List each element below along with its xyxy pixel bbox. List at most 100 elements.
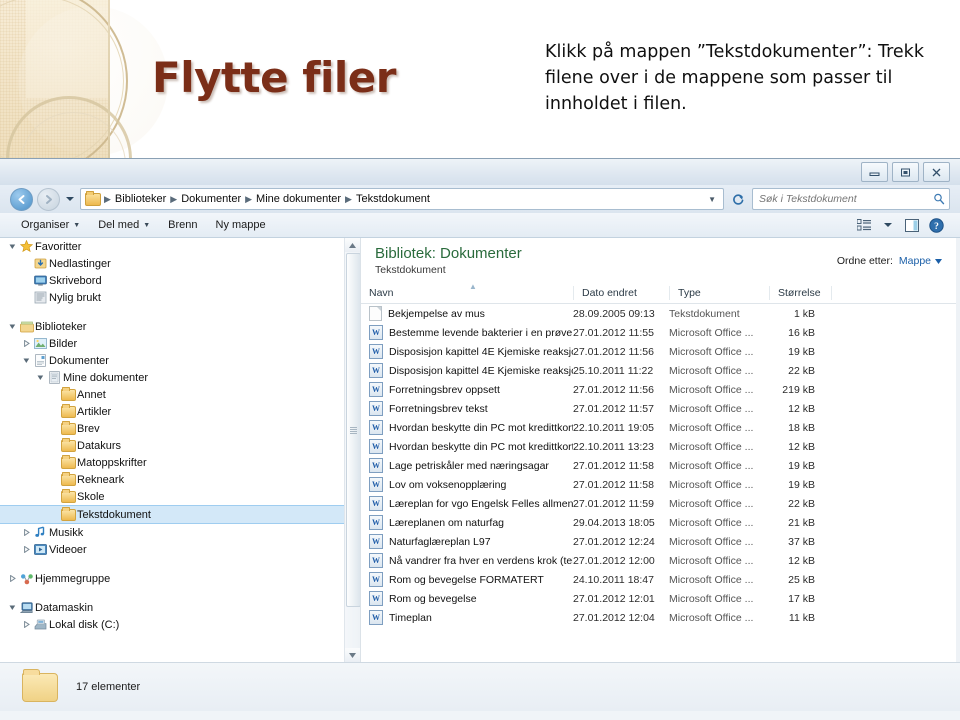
- tree-item-musikk[interactable]: Musikk: [0, 524, 360, 541]
- file-name-cell: W Disposisjon kapittel 4E Kjemiske reaksj…: [361, 344, 573, 360]
- chevron-right-icon[interactable]: [20, 621, 32, 628]
- share-with-button[interactable]: Del med ▼: [89, 217, 159, 233]
- burn-button[interactable]: Brenn: [159, 217, 206, 233]
- chevron-right-icon[interactable]: [6, 575, 18, 582]
- column-header-type[interactable]: Type: [669, 286, 769, 301]
- organise-button[interactable]: Organiser ▼: [12, 217, 89, 233]
- chevron-right-icon[interactable]: [20, 340, 32, 347]
- forward-button[interactable]: [37, 187, 60, 211]
- scroll-up-arrow-icon[interactable]: [345, 238, 360, 252]
- file-row[interactable]: W Hvordan beskytte din PC mot kredittkort…: [361, 418, 960, 437]
- library-title: Bibliotek: Dokumenter: [375, 245, 522, 262]
- file-row[interactable]: W Nå vandrer fra hver en verdens krok (te…: [361, 551, 960, 570]
- file-row[interactable]: Bekjempelse av mus 28.09.2005 09:13 Tekstd…: [361, 304, 960, 323]
- tree-item-brev[interactable]: Brev: [0, 420, 360, 437]
- file-row[interactable]: W Forretningsbrev tekst 27.01.2012 11:57 Mi…: [361, 399, 960, 418]
- file-list-scroll-track[interactable]: [956, 238, 960, 662]
- file-date-cell: 28.09.2005 09:13: [573, 307, 655, 320]
- tree-item-biblioteker[interactable]: Biblioteker: [0, 318, 360, 335]
- tree-item-lokal-disk-c[interactable]: Lokal disk (C:): [0, 616, 360, 633]
- column-header-dato-endret[interactable]: Dato endret: [573, 286, 669, 301]
- file-name-label: Forretningsbrev oppsett: [389, 383, 500, 396]
- tree-item-videoer[interactable]: Videoer: [0, 541, 360, 558]
- tree-item-favoritter[interactable]: Favoritter: [0, 238, 360, 255]
- navigation-scrollbar[interactable]: [344, 238, 360, 662]
- chevron-down-icon[interactable]: [6, 604, 18, 611]
- file-row[interactable]: W Naturfaglæreplan L97 27.01.2012 12:24 Mic…: [361, 532, 960, 551]
- tree-item-skrivebord[interactable]: Skrivebord: [0, 272, 360, 289]
- tree-item-tekstdokument[interactable]: Tekstdokument: [0, 505, 360, 524]
- file-row[interactable]: W Lov om voksenopplæring 27.01.2012 11:58 M…: [361, 475, 960, 494]
- breadcrumb-item-tekstdokument[interactable]: Tekstdokument: [354, 193, 432, 205]
- folder-icon: [85, 190, 101, 206]
- file-row[interactable]: W Timeplan 27.01.2012 12:04 Microsoft Offic…: [361, 608, 960, 627]
- tree-item-datamaskin[interactable]: Datamaskin: [0, 599, 360, 616]
- file-type-cell: Microsoft Office ...: [669, 345, 754, 358]
- back-button[interactable]: [10, 187, 33, 211]
- chevron-right-icon[interactable]: [20, 546, 32, 553]
- close-button[interactable]: [923, 162, 950, 182]
- file-list-pane: Bibliotek: Dokumenter Tekstdokument Ordn…: [361, 238, 960, 662]
- column-header-navn[interactable]: Navn ▲: [361, 282, 573, 300]
- slide-body-text: Klikk på mappen ”Tekstdokumenter”: Trekk…: [545, 42, 924, 114]
- breadcrumb-item-dokumenter[interactable]: Dokumenter: [179, 193, 243, 205]
- tree-item-mine-dokumenter[interactable]: Mine dokumenter: [0, 369, 360, 386]
- scrollbar-grip-icon: [350, 426, 357, 434]
- tree-item-skole[interactable]: Skole: [0, 488, 360, 505]
- tree-item-bilder[interactable]: Bilder: [0, 335, 360, 352]
- tree-item-rekneark[interactable]: Rekneark: [0, 471, 360, 488]
- file-row[interactable]: W Lage petriskåler med næringsagar 27.01.2…: [361, 456, 960, 475]
- search-input[interactable]: [757, 192, 933, 206]
- refresh-button[interactable]: [728, 189, 748, 209]
- homegroup-icon: [18, 573, 35, 585]
- disk-icon: [32, 619, 49, 631]
- tree-item-hjemmegruppe[interactable]: Hjemmegruppe: [0, 570, 360, 587]
- navigation-tree: Favoritter Nedlastinger Skrivebord Nylig br…: [0, 238, 360, 633]
- file-row[interactable]: W Bestemme levende bakterier i en prøve 27…: [361, 323, 960, 342]
- folder-icon: [60, 471, 77, 486]
- address-bar[interactable]: ▶ Biblioteker ▶ Dokumenter ▶ Mine dokume…: [80, 188, 724, 210]
- address-dropdown-chevron-down-icon[interactable]: ▼: [705, 195, 719, 204]
- chevron-down-icon[interactable]: [34, 374, 46, 381]
- change-view-button[interactable]: [852, 216, 876, 234]
- file-name-cell: W Rom og bevegelse: [361, 591, 573, 607]
- column-header-storrelse[interactable]: Størrelse: [769, 286, 831, 301]
- file-row[interactable]: W Forretningsbrev oppsett 27.01.2012 11:56…: [361, 380, 960, 399]
- file-name-label: Hvordan beskytte din PC mot kredittkort.…: [389, 440, 573, 453]
- recent-locations-chevron-down-icon[interactable]: [64, 196, 76, 202]
- scrollbar-thumb[interactable]: [346, 253, 360, 607]
- file-row[interactable]: W Rom og bevegelse FORMATERT 24.10.2011 18…: [361, 570, 960, 589]
- scroll-down-arrow-icon[interactable]: [345, 648, 360, 662]
- file-row[interactable]: W Disposisjon kapittel 4E Kjemiske reaksj…: [361, 361, 960, 380]
- chevron-down-icon[interactable]: [6, 243, 18, 250]
- arrange-by-value[interactable]: Mappe: [899, 255, 942, 267]
- tree-item-datakurs[interactable]: Datakurs: [0, 437, 360, 454]
- file-name-label: Bestemme levende bakterier i en prøve: [389, 326, 573, 339]
- file-row[interactable]: W Disposisjon kapittel 4E Kjemiske reaksj…: [361, 342, 960, 361]
- search-box[interactable]: [752, 188, 950, 210]
- chevron-right-icon[interactable]: [20, 529, 32, 536]
- tree-item-nylig-brukt[interactable]: Nylig brukt: [0, 289, 360, 306]
- file-row[interactable]: W Rom og bevegelse 27.01.2012 12:01 Microso…: [361, 589, 960, 608]
- column-header-extra[interactable]: [831, 286, 931, 301]
- preview-pane-button[interactable]: [900, 216, 924, 234]
- file-row[interactable]: W Hvordan beskytte din PC mot kredittkort…: [361, 437, 960, 456]
- file-row[interactable]: W Læreplanen om naturfag 29.04.2013 18:05 M…: [361, 513, 960, 532]
- breadcrumb-item-mine-dokumenter[interactable]: Mine dokumenter: [254, 193, 343, 205]
- breadcrumb-item-biblioteker[interactable]: Biblioteker: [113, 193, 168, 205]
- chevron-down-icon[interactable]: [20, 357, 32, 364]
- chevron-down-icon[interactable]: [6, 323, 18, 330]
- help-button[interactable]: ?: [924, 216, 948, 234]
- tree-item-dokumenter[interactable]: Dokumenter: [0, 352, 360, 369]
- new-folder-button[interactable]: Ny mappe: [207, 217, 275, 233]
- maximize-button[interactable]: [892, 162, 919, 182]
- file-row[interactable]: W Læreplan for vgo Engelsk Felles allment…: [361, 494, 960, 513]
- tree-item-annet[interactable]: Annet: [0, 386, 360, 403]
- tree-item-nedlastinger[interactable]: Nedlastinger: [0, 255, 360, 272]
- tree-item-matoppskrifter[interactable]: Matoppskrifter: [0, 454, 360, 471]
- word-document-icon: W: [369, 477, 383, 493]
- change-view-chevron-down-icon[interactable]: [876, 216, 900, 234]
- tree-item-artikler[interactable]: Artikler: [0, 403, 360, 420]
- file-type-cell: Microsoft Office ...: [669, 478, 754, 491]
- minimize-button[interactable]: [861, 162, 888, 182]
